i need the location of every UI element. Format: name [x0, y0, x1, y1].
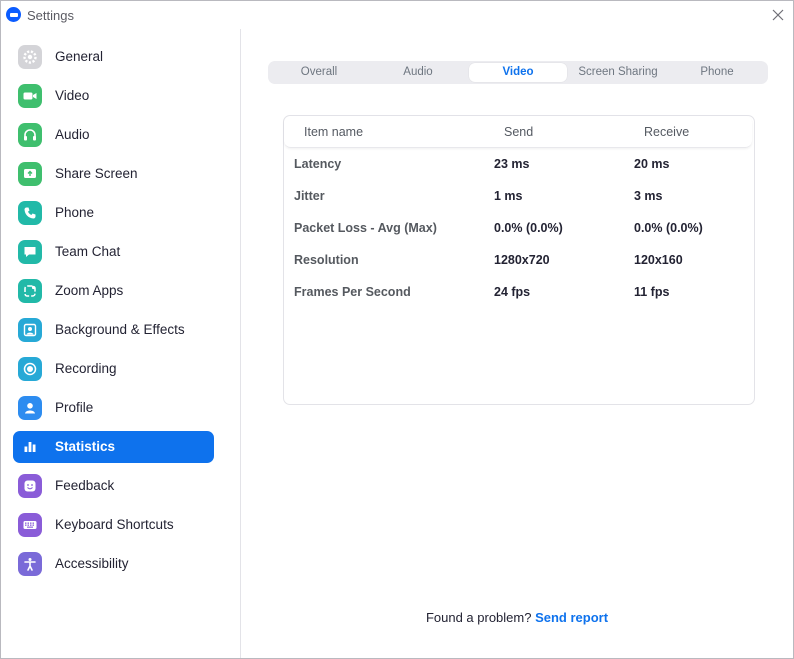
send-value: 1 ms — [494, 189, 523, 203]
table-row: Jitter 1 ms 3 ms — [284, 184, 752, 208]
receive-value: 11 fps — [634, 285, 670, 299]
sidebar-item-label: Video — [55, 88, 90, 103]
sidebar-item-accessibility[interactable]: Accessibility — [13, 548, 214, 580]
receive-value: 3 ms — [634, 189, 663, 203]
sidebar-item-profile[interactable]: Profile — [13, 392, 214, 424]
gear-icon — [18, 45, 42, 69]
table-header: Item name Send Receive — [284, 116, 752, 148]
send-value: 1280x720 — [494, 253, 550, 267]
sidebar-item-label: Keyboard Shortcuts — [55, 517, 174, 532]
statistics-panel: Overall Audio Video Screen Sharing Phone… — [241, 29, 793, 658]
sidebar-item-label: General — [55, 49, 104, 64]
table-row: Resolution 1280x720 120x160 — [284, 248, 752, 272]
keyboard-icon — [18, 513, 42, 537]
sidebar-item-share-screen[interactable]: Share Screen — [13, 158, 214, 190]
send-report-link[interactable]: Send report — [535, 610, 608, 625]
column-header-receive: Receive — [644, 125, 690, 139]
phone-icon — [18, 201, 42, 225]
send-value: 24 fps — [494, 285, 531, 299]
row-label: Jitter — [294, 189, 325, 203]
sidebar-item-background-effects[interactable]: Background & Effects — [13, 314, 214, 346]
zoom-logo-icon — [6, 7, 21, 22]
report-footer: Found a problem? Send report — [241, 610, 793, 625]
receive-value: 0.0% (0.0%) — [634, 221, 703, 235]
table-row: Latency 23 ms 20 ms — [284, 152, 752, 176]
sidebar-item-recording[interactable]: Recording — [13, 353, 214, 385]
sidebar-item-audio[interactable]: Audio — [13, 119, 214, 151]
table-row: Packet Loss - Avg (Max) 0.0% (0.0%) 0.0%… — [284, 216, 752, 240]
sidebar-item-phone[interactable]: Phone — [13, 197, 214, 229]
sidebar-item-statistics[interactable]: Statistics — [13, 431, 214, 463]
send-value: 0.0% (0.0%) — [494, 221, 563, 235]
share-screen-icon — [18, 162, 42, 186]
apps-icon — [18, 279, 42, 303]
row-label: Latency — [294, 157, 342, 171]
tab-phone[interactable]: Phone — [668, 63, 766, 82]
sidebar-item-label: Statistics — [55, 439, 116, 454]
video-statistics-table: Item name Send Receive Latency 23 ms 20 … — [283, 115, 755, 405]
chat-icon — [18, 240, 42, 264]
column-header-item-name: Item name — [304, 125, 364, 139]
sidebar-item-feedback[interactable]: Feedback — [13, 470, 214, 502]
tab-screen-sharing[interactable]: Screen Sharing — [569, 63, 667, 82]
row-label: Packet Loss - Avg (Max) — [294, 221, 437, 235]
row-label: Resolution — [294, 253, 359, 267]
sidebar-item-label: Accessibility — [55, 556, 129, 571]
sidebar-item-keyboard-shortcuts[interactable]: Keyboard Shortcuts — [13, 509, 214, 541]
sidebar-item-label: Team Chat — [55, 244, 121, 259]
tab-video[interactable]: Video — [469, 63, 567, 82]
row-label: Frames Per Second — [294, 285, 411, 299]
sidebar-item-general[interactable]: General — [13, 41, 214, 73]
sidebar-item-label: Feedback — [55, 478, 115, 493]
close-icon — [772, 9, 784, 21]
sidebar-item-video[interactable]: Video — [13, 80, 214, 112]
settings-window: Settings General Video Audio Share Scree… — [0, 0, 794, 659]
statistics-tabs: Overall Audio Video Screen Sharing Phone — [268, 61, 768, 84]
headphones-icon — [18, 123, 42, 147]
person-background-icon — [18, 318, 42, 342]
smiley-icon — [18, 474, 42, 498]
title-bar: Settings — [1, 1, 793, 29]
report-prompt: Found a problem? — [425, 610, 536, 625]
receive-value: 20 ms — [634, 157, 670, 171]
sidebar-item-label: Zoom Apps — [55, 283, 124, 298]
accessibility-icon — [18, 552, 42, 576]
bar-chart-icon — [18, 435, 42, 459]
column-header-send: Send — [504, 125, 534, 139]
sidebar-item-label: Share Screen — [55, 166, 138, 181]
settings-sidebar: General Video Audio Share Screen Phone T… — [1, 29, 241, 658]
close-button[interactable] — [767, 5, 789, 25]
tab-audio[interactable]: Audio — [369, 63, 467, 82]
sidebar-item-label: Recording — [55, 361, 117, 376]
table-row: Frames Per Second 24 fps 11 fps — [284, 280, 752, 304]
video-camera-icon — [18, 84, 42, 108]
record-icon — [18, 357, 42, 381]
sidebar-item-label: Profile — [55, 400, 94, 415]
sidebar-item-zoom-apps[interactable]: Zoom Apps — [13, 275, 214, 307]
sidebar-item-label: Phone — [55, 205, 95, 220]
sidebar-item-team-chat[interactable]: Team Chat — [13, 236, 214, 268]
send-value: 23 ms — [494, 157, 530, 171]
window-title: Settings — [27, 8, 74, 23]
tab-overall[interactable]: Overall — [270, 63, 368, 82]
sidebar-item-label: Background & Effects — [55, 322, 185, 337]
sidebar-item-label: Audio — [55, 127, 90, 142]
profile-icon — [18, 396, 42, 420]
receive-value: 120x160 — [634, 253, 683, 267]
